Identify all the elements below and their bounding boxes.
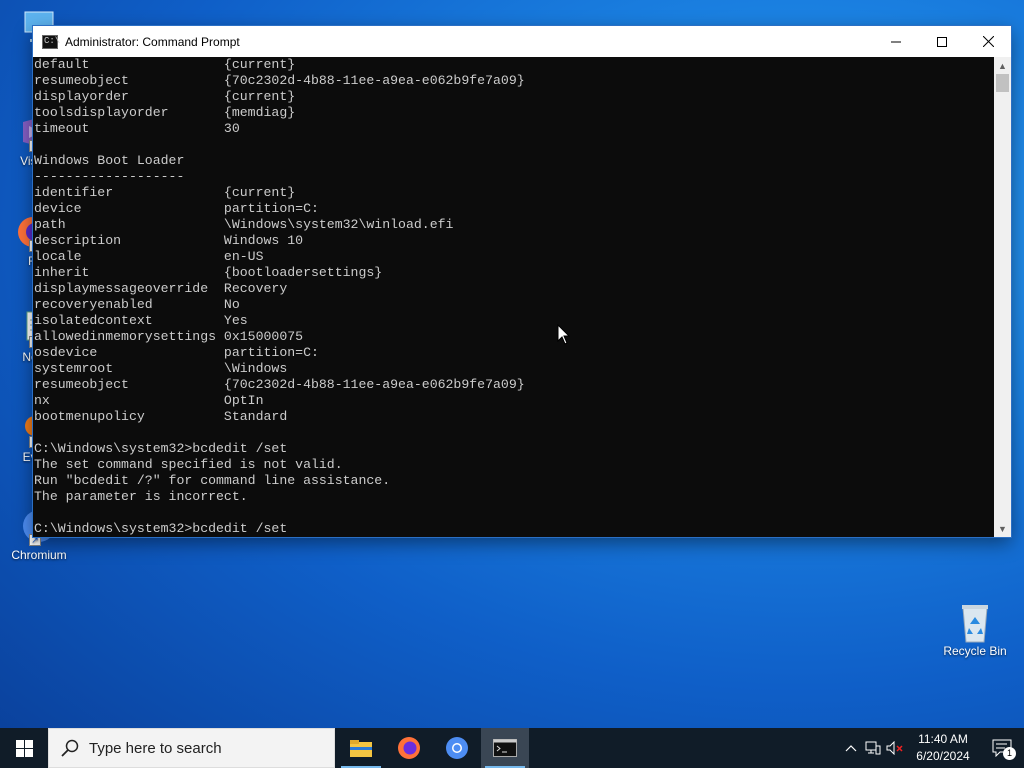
console-line: identifier {current} bbox=[34, 185, 296, 200]
chevron-up-icon bbox=[845, 745, 857, 752]
system-tray: 11:40 AM 6/20/2024 1 bbox=[840, 728, 1024, 768]
maximize-icon bbox=[937, 36, 947, 47]
firefox-icon bbox=[398, 737, 420, 759]
command-prompt-window[interactable]: C:\ Administrator: Command Prompt defaul… bbox=[33, 26, 1011, 537]
console-line: inherit {bootloadersettings} bbox=[34, 265, 383, 280]
console-line: toolsdisplayorder {memdiag} bbox=[34, 105, 296, 120]
console-line: description Windows 10 bbox=[34, 233, 304, 248]
volume-button[interactable] bbox=[884, 728, 906, 768]
volume-muted-icon bbox=[886, 741, 903, 755]
desktop-icon-label: Recycle Bin bbox=[943, 644, 1007, 658]
console-line: nx OptIn bbox=[34, 393, 264, 408]
desktop-icon-label: Chromium bbox=[11, 548, 67, 562]
console-line: timeout 30 bbox=[34, 121, 240, 136]
network-icon bbox=[865, 741, 881, 755]
console-line: The set command specified is not valid. bbox=[34, 457, 343, 472]
show-hidden-icons-button[interactable] bbox=[840, 728, 862, 768]
console-line: isolatedcontext Yes bbox=[34, 313, 248, 328]
console-line: device partition=C: bbox=[34, 201, 319, 216]
minimize-button[interactable] bbox=[873, 26, 919, 57]
console-output[interactable]: default {current} resumeobject {70c2302d-… bbox=[33, 57, 994, 537]
title-bar[interactable]: C:\ Administrator: Command Prompt bbox=[33, 26, 1011, 57]
scroll-thumb[interactable] bbox=[996, 74, 1009, 92]
command-prompt-icon: C:\ bbox=[42, 34, 60, 49]
console-line: resumeobject {70c2302d-4b88-11ee-a9ea-e0… bbox=[34, 377, 525, 392]
console-line: displaymessageoverride Recovery bbox=[34, 281, 288, 296]
window-title: Administrator: Command Prompt bbox=[65, 34, 240, 49]
desktop-icon-recycle-bin[interactable]: Recycle Bin bbox=[940, 602, 1010, 658]
taskbar-clock[interactable]: 11:40 AM 6/20/2024 bbox=[906, 731, 980, 765]
console-line: osdevice partition=C: bbox=[34, 345, 319, 360]
console-line: Run "bcdedit /?" for command line assist… bbox=[34, 473, 391, 488]
console-line: ------------------- bbox=[34, 169, 185, 184]
taskbar-search-box[interactable]: Type here to search bbox=[48, 728, 335, 768]
console-line: allowedinmemorysettings 0x15000075 bbox=[34, 329, 304, 344]
clock-time: 11:40 AM bbox=[918, 732, 968, 746]
console-line: systemroot \Windows bbox=[34, 361, 288, 376]
console-line: recoveryenabled No bbox=[34, 297, 240, 312]
search-icon bbox=[61, 739, 79, 757]
taskbar-chromium[interactable] bbox=[433, 728, 481, 768]
taskbar: Type here to search 11:40 AM 6/20/2024 1 bbox=[0, 728, 1024, 768]
scroll-down-icon[interactable]: ▼ bbox=[994, 520, 1011, 537]
maximize-button[interactable] bbox=[919, 26, 965, 57]
clock-date: 6/20/2024 bbox=[916, 749, 970, 763]
action-center-button[interactable]: 1 bbox=[980, 728, 1024, 768]
console-line: locale en-US bbox=[34, 249, 264, 264]
console-line: The parameter is incorrect. bbox=[34, 489, 248, 504]
file-explorer-icon bbox=[350, 740, 372, 757]
scroll-up-icon[interactable]: ▲ bbox=[994, 57, 1011, 74]
taskbar-file-explorer[interactable] bbox=[337, 728, 385, 768]
console-line: resumeobject {70c2302d-4b88-11ee-a9ea-e0… bbox=[34, 73, 525, 88]
start-button[interactable] bbox=[0, 728, 48, 768]
console-line: Windows Boot Loader bbox=[34, 153, 185, 168]
console-line: C:\Windows\system32>bcdedit /set bbox=[34, 441, 288, 456]
console-line: path \Windows\system32\winload.efi bbox=[34, 217, 454, 232]
vertical-scrollbar[interactable]: ▲ ▼ bbox=[994, 57, 1011, 537]
taskbar-firefox[interactable] bbox=[385, 728, 433, 768]
mouse-pointer-icon bbox=[557, 323, 571, 351]
minimize-icon bbox=[891, 41, 901, 42]
network-status-button[interactable] bbox=[862, 728, 884, 768]
command-prompt-icon bbox=[493, 739, 517, 757]
recycle-bin-icon bbox=[955, 602, 995, 643]
close-icon bbox=[982, 36, 994, 47]
console-line: displayorder {current} bbox=[34, 89, 296, 104]
console-line: bootmenupolicy Standard bbox=[34, 409, 288, 424]
chromium-icon bbox=[446, 737, 468, 759]
notification-count-badge: 1 bbox=[1003, 747, 1016, 760]
close-button[interactable] bbox=[965, 26, 1011, 57]
search-placeholder: Type here to search bbox=[89, 739, 222, 757]
console-line: default {current} bbox=[34, 57, 296, 72]
windows-logo-icon bbox=[15, 739, 33, 757]
taskbar-command-prompt[interactable] bbox=[481, 728, 529, 768]
console-line: C:\Windows\system32>bcdedit /set bbox=[34, 521, 288, 536]
